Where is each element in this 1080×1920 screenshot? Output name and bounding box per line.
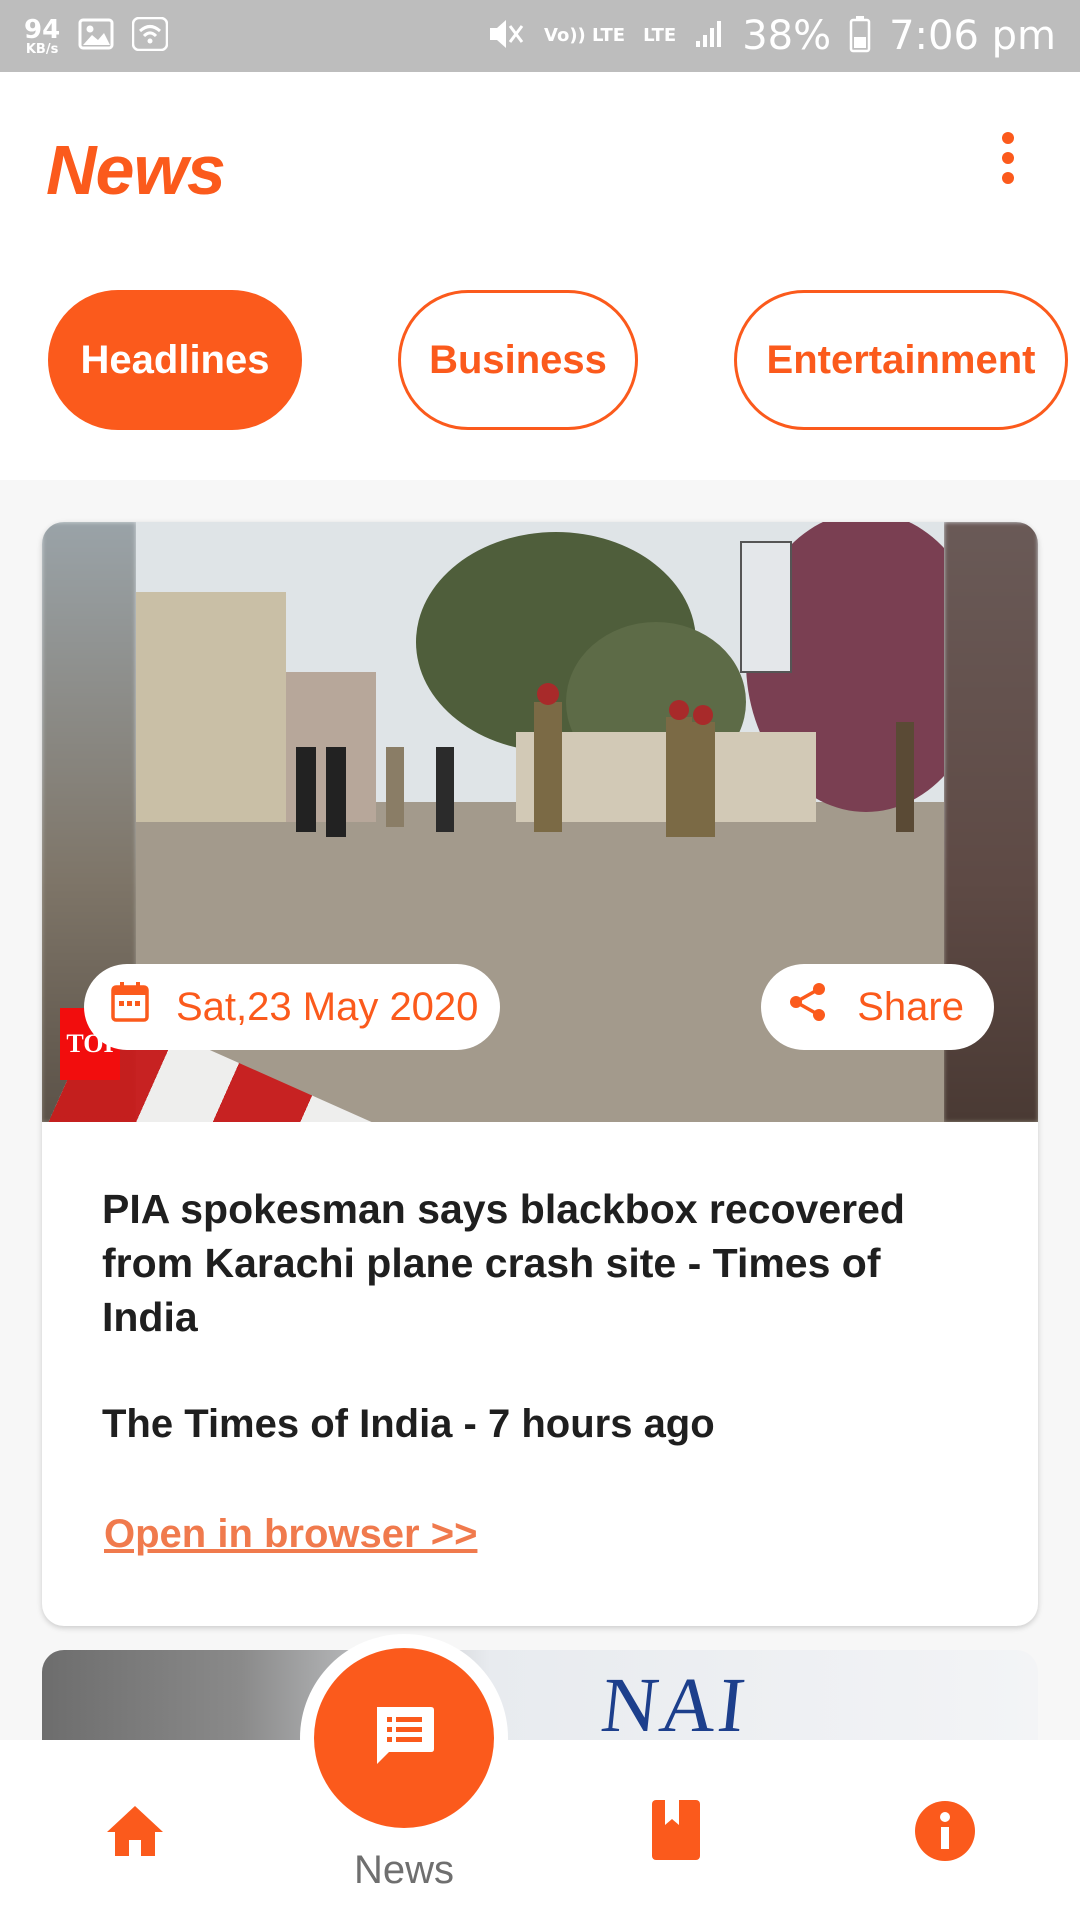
nav-bookmarks[interactable] xyxy=(648,1796,704,1868)
tab-entertainment[interactable]: Entertainment xyxy=(734,290,1068,430)
more-vert-icon xyxy=(1002,132,1014,144)
more-vert-dot xyxy=(1002,172,1014,184)
status-bar: 94 KB/s Vo)) LTE LTE 38% 7:06 pm xyxy=(0,0,1080,72)
battery-percent: 38% xyxy=(742,13,832,59)
signal-icon xyxy=(694,19,724,53)
volte-indicator: Vo)) LTE xyxy=(544,25,626,46)
network-speed: 94 KB/s xyxy=(24,17,60,56)
news-card-2-image-text: NAI xyxy=(597,1661,752,1748)
more-vert-dot xyxy=(1002,152,1014,164)
nav-home[interactable] xyxy=(100,1798,170,1868)
news-card-image: TOI Sat,23 May 2020 Share xyxy=(42,522,1038,1122)
home-icon xyxy=(105,1804,165,1863)
share-label: Share xyxy=(857,984,964,1029)
nav-news-button[interactable] xyxy=(314,1648,494,1828)
status-bar-left: 94 KB/s xyxy=(24,16,169,56)
network-speed-unit: KB/s xyxy=(25,41,59,57)
info-icon xyxy=(914,1800,976,1867)
article-source: The Times of India - 7 hours ago xyxy=(102,1402,715,1446)
date-chip: Sat,23 May 2020 xyxy=(84,964,501,1050)
lte-indicator: LTE xyxy=(643,25,677,46)
calendar-icon xyxy=(110,981,150,1033)
app-header: News Headlines Business Entertainment xyxy=(0,72,1080,480)
news-card[interactable]: TOI Sat,23 May 2020 Share PIA spokesman … xyxy=(42,522,1038,1626)
mute-icon xyxy=(486,16,526,56)
gallery-icon xyxy=(78,18,114,54)
battery-icon xyxy=(849,15,871,57)
network-speed-value: 94 xyxy=(24,14,61,45)
tab-business[interactable]: Business xyxy=(398,290,638,430)
clock: 7:06 pm xyxy=(889,13,1056,59)
share-icon xyxy=(787,981,829,1033)
article-title: PIA spokesman says blackbox recovered fr… xyxy=(102,1186,905,1340)
bookmark-icon xyxy=(651,1799,701,1866)
article-date: Sat,23 May 2020 xyxy=(176,984,479,1029)
news-feed-icon xyxy=(371,1703,437,1774)
tab-headlines[interactable]: Headlines xyxy=(48,290,302,430)
nav-news-label[interactable]: News xyxy=(304,1848,504,1893)
more-options-button[interactable] xyxy=(984,126,1032,190)
nav-info[interactable] xyxy=(912,1800,978,1866)
share-button[interactable]: Share xyxy=(761,964,994,1050)
page-title: News xyxy=(46,131,226,209)
status-bar-right: Vo)) LTE LTE 38% 7:06 pm xyxy=(486,13,1056,59)
wifi-icon xyxy=(131,16,169,55)
open-in-browser-link[interactable]: Open in browser >> xyxy=(104,1512,477,1557)
